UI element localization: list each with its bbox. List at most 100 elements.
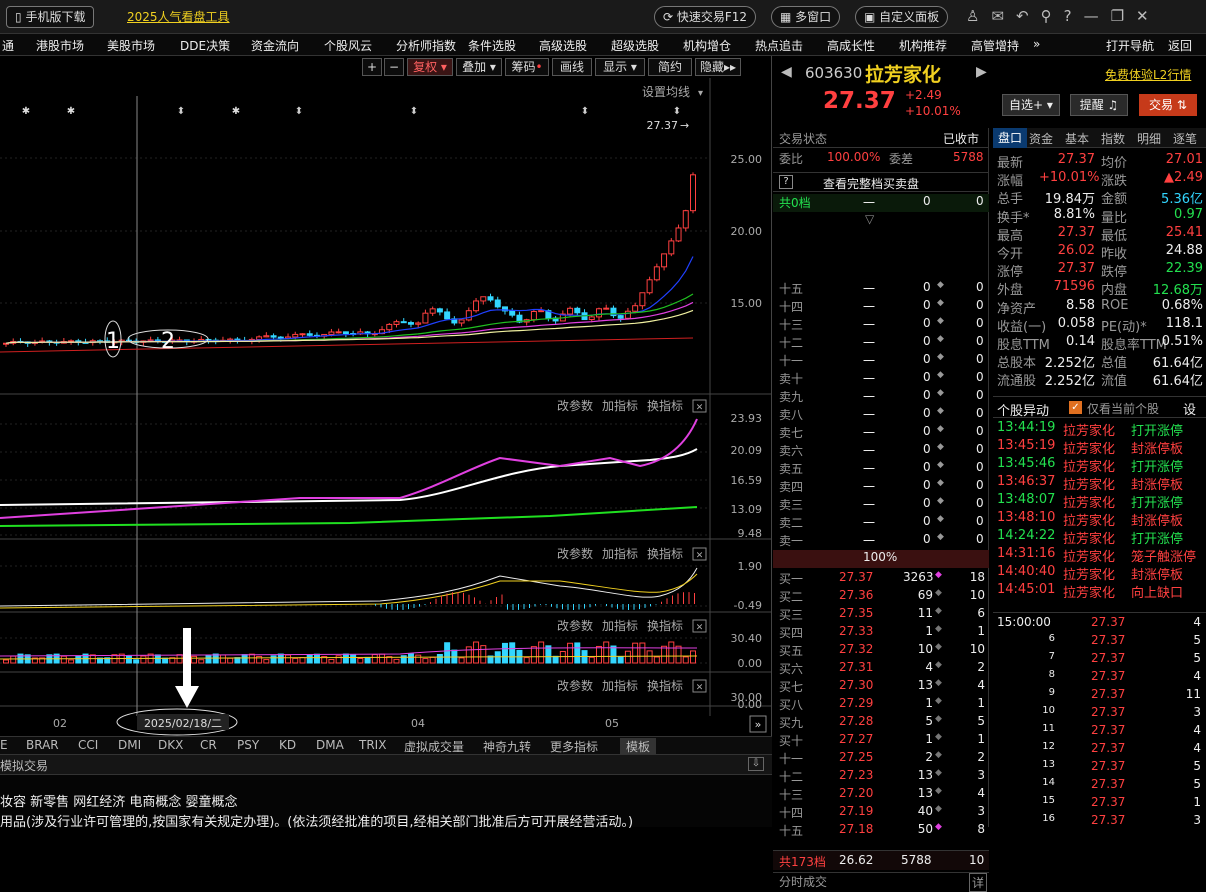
- indicator-tab[interactable]: CR: [200, 738, 217, 752]
- user-icon[interactable]: ♙: [966, 7, 991, 25]
- nav-item[interactable]: 机构推荐: [899, 37, 947, 54]
- tab-zhishu[interactable]: 指数: [1101, 130, 1125, 147]
- fenshi-label[interactable]: 分时成交: [779, 873, 827, 890]
- only-current-label[interactable]: 仅看当前个股: [1087, 400, 1159, 417]
- indicator-tab[interactable]: PSY: [237, 738, 259, 752]
- nav-item[interactable]: 高级选股: [539, 37, 587, 54]
- tab-jiben[interactable]: 基本: [1065, 130, 1089, 147]
- xianshi-button[interactable]: 显示 ▾: [595, 58, 645, 76]
- price-pct: +10.01%: [905, 104, 961, 118]
- minimize-icon[interactable]: —: [1084, 7, 1111, 25]
- restore-icon[interactable]: ❐: [1111, 7, 1136, 25]
- nav-item[interactable]: 港股市场: [36, 37, 84, 54]
- add-indicator-button: 加指标: [602, 678, 638, 693]
- indicator-tab[interactable]: DMI: [118, 738, 141, 752]
- nav-item[interactable]: 高管增持: [971, 37, 1019, 54]
- movement-row[interactable]: 13:46:37 拉芳家化 封涨停板: [993, 474, 1206, 493]
- tab-mingxi[interactable]: 明细: [1137, 130, 1161, 147]
- fuquan-button[interactable]: 复权 ▾: [407, 58, 453, 76]
- back-icon[interactable]: ↶: [1016, 7, 1041, 25]
- huaxian-button[interactable]: 画线: [552, 58, 592, 76]
- movement-row[interactable]: 14:24:22 拉芳家化 打开涨停: [993, 528, 1206, 547]
- mail-icon[interactable]: ✉: [991, 7, 1016, 25]
- indicator-tab-template[interactable]: 模板: [620, 738, 657, 755]
- arrow-icon: →: [680, 119, 689, 132]
- nav-more[interactable]: »: [1033, 37, 1040, 51]
- nav-item[interactable]: 超级选股: [611, 37, 659, 54]
- movement-row[interactable]: 13:48:10 拉芳家化 封涨停板: [993, 510, 1206, 529]
- nav-item[interactable]: 热点追击: [755, 37, 803, 54]
- add-watchlist-button[interactable]: 自选+ ▾: [1002, 94, 1060, 116]
- tick-row: 16 27.37 3: [1042, 813, 1201, 827]
- collapse-icon[interactable]: ▽: [865, 212, 874, 226]
- indicator-tab[interactable]: TRIX: [359, 738, 386, 752]
- movement-row[interactable]: 13:45:19 拉芳家化 封涨停板: [993, 438, 1206, 457]
- indicator-tab[interactable]: 虚拟成交量: [404, 738, 464, 755]
- indicator-tab[interactable]: BRAR: [26, 738, 59, 752]
- nav-item[interactable]: DDE决策: [180, 37, 230, 54]
- shirt-icon[interactable]: ⚲: [1041, 7, 1064, 25]
- indicator-tab[interactable]: KD: [279, 738, 296, 752]
- movement-row[interactable]: 14:40:40 拉芳家化 封涨停板: [993, 564, 1206, 583]
- indicator-tab[interactable]: DMA: [316, 738, 344, 752]
- chouma-button[interactable]: 筹码•: [505, 58, 549, 76]
- checkbox-icon[interactable]: ✓: [1069, 401, 1082, 414]
- nav-item[interactable]: 资金流向: [251, 37, 299, 54]
- zoom-out-button[interactable]: −: [384, 58, 404, 76]
- movement-row[interactable]: 14:45:01 拉芳家化 向上缺口: [993, 582, 1206, 601]
- indicator-tab[interactable]: 神奇九转: [483, 738, 531, 755]
- close-icon: ✕: [696, 683, 704, 693]
- quick-trade-button[interactable]: ⟳ 快速交易F12: [654, 6, 757, 28]
- sell-row: 卖六一 0 ◆ 0: [779, 442, 984, 458]
- movement-settings-button[interactable]: 设: [1183, 399, 1196, 418]
- nav-item[interactable]: 个股风云: [324, 37, 372, 54]
- nav-item[interactable]: 通: [2, 37, 14, 54]
- help-icon[interactable]: ?: [1064, 7, 1084, 25]
- sim-trade-label[interactable]: 模拟交易: [0, 757, 48, 774]
- movement-row[interactable]: 13:44:19 拉芳家化 打开涨停: [993, 420, 1206, 439]
- download-icon[interactable]: ⇩: [748, 757, 764, 771]
- full-book-button[interactable]: ? 查看完整档买卖盘: [773, 172, 989, 192]
- movement-row[interactable]: 14:31:16 拉芳家化 笼子触涨停: [993, 546, 1206, 565]
- indicator-tab[interactable]: 更多指标: [550, 738, 598, 755]
- tab-pankou[interactable]: 盘口: [993, 128, 1027, 148]
- indicator-tab[interactable]: DKX: [158, 738, 183, 752]
- quote-row: 最高 27.37 最低 25.41: [997, 224, 1203, 244]
- open-nav-button[interactable]: 打开导航: [1106, 37, 1154, 54]
- movement-row[interactable]: 13:45:46 拉芳家化 打开涨停: [993, 456, 1206, 475]
- tab-zhubi[interactable]: 逐笔: [1173, 130, 1197, 147]
- nav-item[interactable]: 机构增仓: [683, 37, 731, 54]
- promo-link[interactable]: 2025人气看盘工具: [127, 8, 230, 25]
- nav-item[interactable]: 高成长性: [827, 37, 875, 54]
- nav-item[interactable]: 条件选股: [468, 37, 516, 54]
- zoom-in-button[interactable]: +: [362, 58, 382, 76]
- indicator-tab[interactable]: CCI: [78, 738, 98, 752]
- trade-button[interactable]: 交易 ⇅: [1139, 94, 1197, 116]
- nav-item[interactable]: 分析师指数: [396, 37, 456, 54]
- free-l2-link[interactable]: 免费体验L2行情: [1105, 66, 1191, 83]
- indicator-tab[interactable]: E: [0, 738, 8, 752]
- sell-row: 卖八一 0 ◆ 0: [779, 406, 984, 422]
- mobile-download-button[interactable]: ▯ 手机版下载: [6, 6, 95, 28]
- buy-row: 买十 27.27 1 ◆ 1: [779, 732, 985, 748]
- tab-zijin[interactable]: 资金: [1029, 130, 1053, 147]
- back-button[interactable]: 返回: [1168, 37, 1192, 54]
- chevron-down-icon: ▾: [698, 88, 703, 99]
- next-stock-icon[interactable]: ▶: [976, 64, 987, 80]
- volume-bar: [241, 654, 248, 664]
- prev-stock-icon[interactable]: ◀: [781, 64, 792, 80]
- diejia-button[interactable]: 叠加 ▾: [456, 58, 502, 76]
- movement-row[interactable]: 13:48:07 拉芳家化 打开涨停: [993, 492, 1206, 511]
- alert-button[interactable]: 提醒 ♫: [1070, 94, 1128, 116]
- custom-panel-button[interactable]: ▣ 自定义面板: [855, 6, 949, 28]
- chart-area[interactable]: 设置均线 ▾ 25.00 20.00 15.00 27.37 → ✱ ✱ ✱ ⬍ ⬍ ⬍ ⬍ ⬍ 1 2 改参数加…: [0, 56, 772, 736]
- close-icon[interactable]: ✕: [1136, 7, 1161, 25]
- jianyue-button[interactable]: 简约: [648, 58, 692, 76]
- cursor-date: 2025/02/18/二: [144, 717, 222, 730]
- yincang-button[interactable]: 隐藏▸▸: [695, 58, 741, 76]
- multi-window-button[interactable]: ▦ 多窗口: [771, 6, 841, 28]
- nav-item[interactable]: 美股市场: [107, 37, 155, 54]
- kline-chart[interactable]: 设置均线 ▾25.0020.0015.0027.37 →✱ ✱ ✱⬍ ⬍ ⬍ ⬍ ⬍1 2改参数加…: [0, 56, 772, 736]
- candle: [386, 323, 393, 331]
- arrow-icon: [175, 628, 199, 708]
